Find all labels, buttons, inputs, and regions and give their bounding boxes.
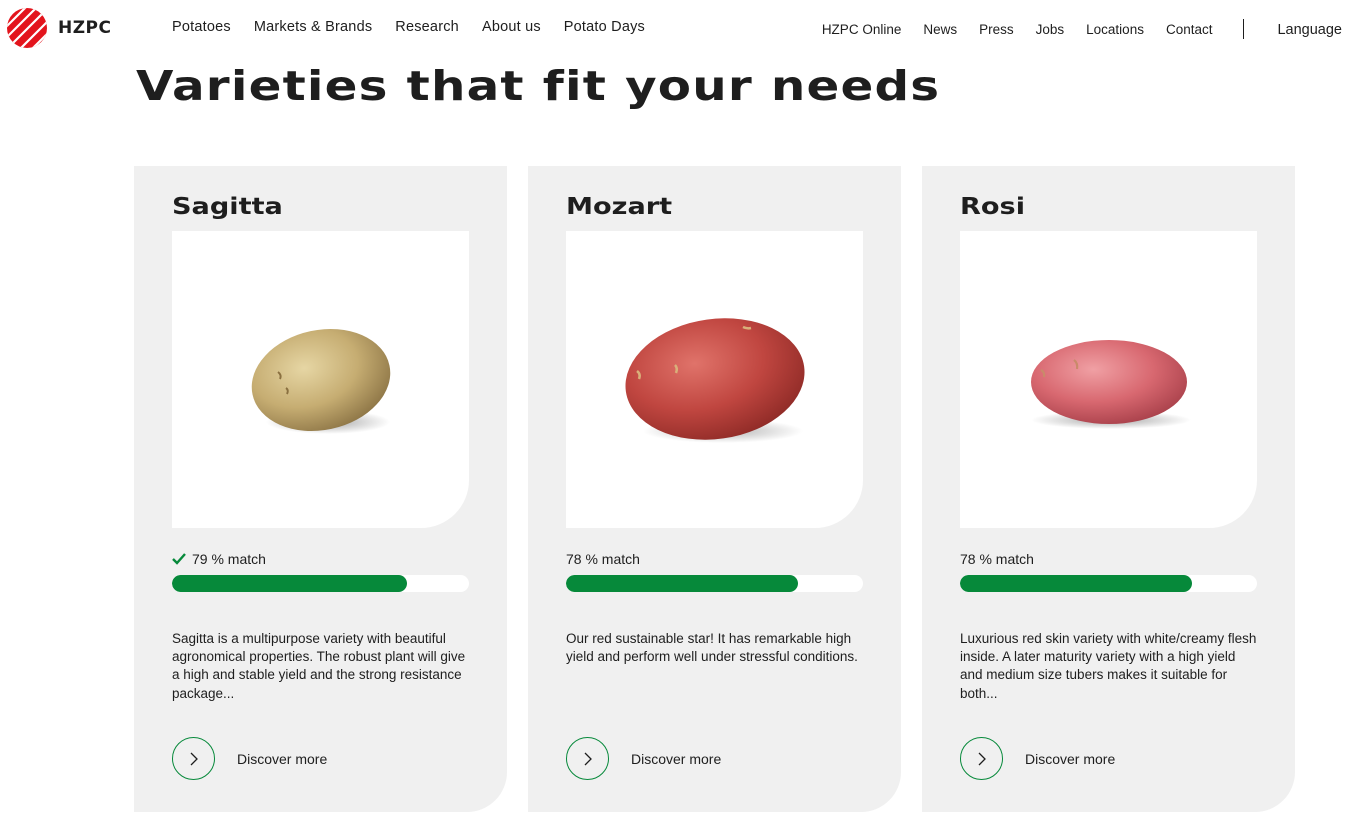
chevron-right-icon: [190, 752, 198, 765]
brand-name: HZPC: [58, 18, 112, 38]
variety-image[interactable]: [960, 231, 1257, 528]
discover-more-link[interactable]: Discover more: [960, 737, 1115, 780]
variety-card-sagitta: Sagitta 79 % match Sagitta is a multipur…: [134, 166, 507, 812]
discover-more-label[interactable]: Discover more: [1025, 751, 1115, 767]
check-icon: [172, 553, 186, 565]
variety-image[interactable]: [172, 231, 469, 528]
variety-card-rosi: Rosi 78 % match Luxurious red skin varie…: [922, 166, 1295, 812]
match-progress-fill: [566, 575, 798, 592]
match-indicator: 78 % match: [566, 551, 640, 567]
match-text: 78 % match: [566, 551, 640, 567]
nav-contact[interactable]: Contact: [1166, 22, 1213, 37]
variety-image[interactable]: [566, 231, 863, 528]
variety-description: Our red sustainable star! It has remarka…: [566, 631, 858, 665]
variety-card-mozart: Mozart 78 % match Our red sustainable st…: [528, 166, 901, 812]
discover-more-button[interactable]: [566, 737, 609, 780]
match-text: 78 % match: [960, 551, 1034, 567]
nav-hzpc-online[interactable]: HZPC Online: [822, 22, 902, 37]
match-progress-fill: [960, 575, 1192, 592]
nav-news[interactable]: News: [923, 22, 957, 37]
potato-red-image: [1030, 339, 1191, 429]
nav-research[interactable]: Research: [395, 19, 459, 35]
nav-jobs[interactable]: Jobs: [1036, 22, 1065, 37]
variety-description: Sagitta is a multipurpose variety with b…: [172, 631, 466, 701]
match-text: 79 % match: [192, 551, 266, 567]
discover-more-link[interactable]: Discover more: [172, 737, 327, 780]
chevron-right-icon: [978, 752, 986, 765]
match-progress-bar: [566, 575, 863, 592]
variety-title: Sagitta: [172, 194, 283, 220]
discover-more-link[interactable]: Discover more: [566, 737, 721, 780]
discover-more-button[interactable]: [960, 737, 1003, 780]
nav-press[interactable]: Press: [979, 22, 1014, 37]
secondary-nav: HZPC Online News Press Jobs Locations Co…: [800, 19, 1342, 39]
potato-red-image: [624, 317, 805, 443]
discover-more-label[interactable]: Discover more: [631, 751, 721, 767]
variety-title: Mozart: [566, 194, 673, 220]
match-progress-bar: [172, 575, 469, 592]
match-indicator: 78 % match: [960, 551, 1034, 567]
match-indicator: 79 % match: [172, 551, 266, 567]
page-title: Varieties that fit your needs: [136, 62, 941, 110]
nav-potatoes[interactable]: Potatoes: [172, 19, 231, 35]
site-header: HZPC Potatoes Markets & Brands Research …: [0, 0, 1369, 58]
nav-markets-brands[interactable]: Markets & Brands: [254, 19, 372, 35]
chevron-right-icon: [584, 752, 592, 765]
nav-potato-days[interactable]: Potato Days: [564, 19, 645, 35]
variety-title: Rosi: [960, 194, 1026, 220]
discover-more-label[interactable]: Discover more: [237, 751, 327, 767]
match-progress-bar: [960, 575, 1257, 592]
match-progress-fill: [172, 575, 407, 592]
nav-about-us[interactable]: About us: [482, 19, 541, 35]
logo-sphere-icon: [7, 8, 47, 48]
main-nav: Potatoes Markets & Brands Research About…: [172, 19, 668, 35]
language-selector[interactable]: Language: [1277, 20, 1342, 38]
potato-yellow-image: [251, 328, 390, 434]
nav-divider: [1243, 19, 1245, 39]
hzpc-logo[interactable]: HZPC: [6, 7, 112, 49]
variety-description: Luxurious red skin variety with white/cr…: [960, 631, 1257, 701]
discover-more-button[interactable]: [172, 737, 215, 780]
nav-locations[interactable]: Locations: [1086, 22, 1144, 37]
